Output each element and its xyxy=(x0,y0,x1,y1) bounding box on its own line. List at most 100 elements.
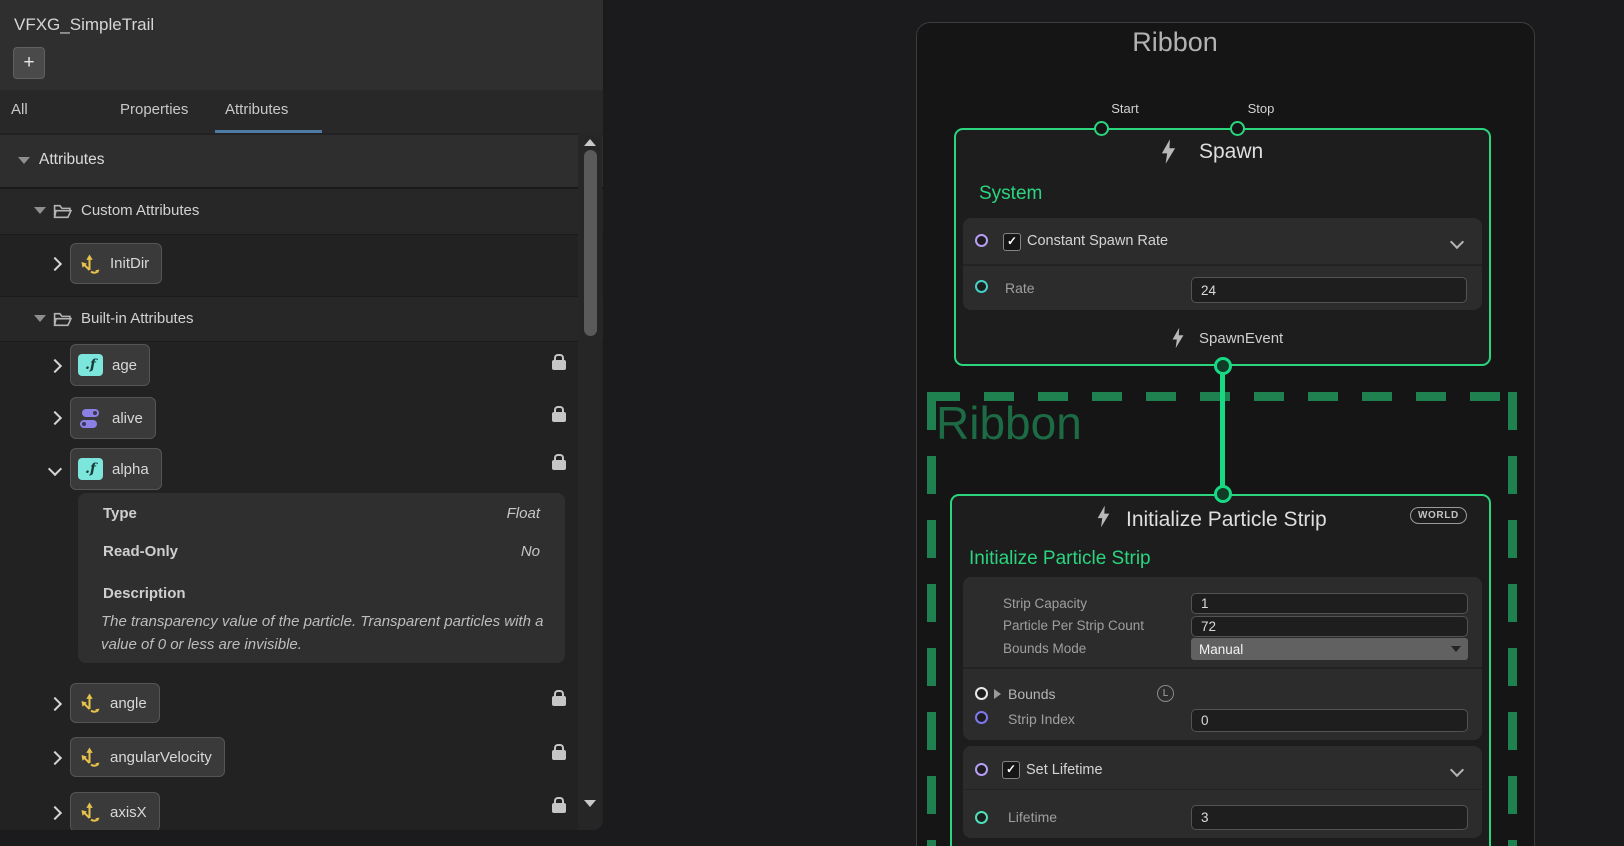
lock-icon xyxy=(552,696,566,706)
attribute-item-axisx[interactable]: axisX xyxy=(70,792,160,830)
initialize-input-port[interactable] xyxy=(1214,485,1232,503)
spawn-output-port[interactable] xyxy=(1214,357,1232,375)
custom-attributes-group-label: Custom Attributes xyxy=(81,202,199,219)
stop-port[interactable] xyxy=(1230,121,1245,136)
stop-port-label: Stop xyxy=(1235,101,1287,116)
set-lifetime-checkbox[interactable]: ✓ xyxy=(1002,761,1020,779)
lock-icon xyxy=(552,460,566,470)
rate-port[interactable] xyxy=(975,280,988,293)
flow-edge[interactable] xyxy=(1220,366,1225,494)
space-badge[interactable]: WORLD xyxy=(1410,507,1467,524)
add-attribute-button[interactable]: + xyxy=(13,47,45,79)
attribute-name: angle xyxy=(110,695,147,712)
scroll-up-icon[interactable] xyxy=(584,139,596,146)
tab-attributes[interactable]: Attributes xyxy=(225,101,288,118)
bounds-space-badge[interactable]: L xyxy=(1157,685,1174,702)
foldout-triangle-icon[interactable] xyxy=(18,157,30,164)
initialize-context-icon xyxy=(1096,505,1111,528)
attribute-name: age xyxy=(112,357,137,374)
set-lifetime-label: Set Lifetime xyxy=(1026,762,1103,778)
vfx-graph-window: Ribbon Ribbon Start Stop Spawn System ✓ … xyxy=(0,0,1624,846)
bounds-port[interactable] xyxy=(975,687,988,700)
block-divider xyxy=(963,789,1482,790)
attributes-root-row[interactable]: Attributes xyxy=(0,135,603,188)
bounds-mode-value: Manual xyxy=(1199,642,1243,657)
lifetime-label: Lifetime xyxy=(1008,809,1057,825)
block-divider xyxy=(963,264,1482,266)
blackboard-panel: VFXG_SimpleTrail + All Properties Attrib… xyxy=(0,0,603,830)
custom-attributes-group-row[interactable]: Custom Attributes xyxy=(0,188,603,235)
folder-icon xyxy=(53,311,72,327)
start-port-label: Start xyxy=(1099,101,1151,116)
builtin-attributes-group-row[interactable]: Built-in Attributes xyxy=(0,296,603,342)
type-label: Type xyxy=(103,505,137,522)
attribute-name: InitDir xyxy=(110,255,149,272)
rate-field[interactable]: 24 xyxy=(1191,277,1467,303)
attribute-name: alpha xyxy=(112,461,149,478)
spawn-event-label: SpawnEvent xyxy=(1199,330,1283,347)
bounds-mode-dropdown[interactable]: Manual xyxy=(1191,638,1468,660)
lock-icon xyxy=(552,750,566,760)
bounds-mode-label: Bounds Mode xyxy=(1003,641,1086,656)
description-text: The transparency value of the particle. … xyxy=(101,610,545,656)
strip-index-port[interactable] xyxy=(975,711,988,724)
system-boundary-left xyxy=(927,392,936,846)
attribute-item-initdir[interactable]: InitDir xyxy=(70,243,162,284)
readonly-label: Read-Only xyxy=(103,543,178,560)
float-type-icon: .f xyxy=(78,354,103,376)
scroll-down-icon[interactable] xyxy=(584,800,596,807)
lifetime-field[interactable]: 3 xyxy=(1191,805,1468,830)
vector-type-icon xyxy=(78,801,101,823)
vector-type-icon xyxy=(78,692,101,714)
system-boundary-label: Ribbon xyxy=(936,396,1082,450)
vector-type-icon xyxy=(78,253,101,275)
scrollbar-thumb[interactable] xyxy=(584,150,597,336)
graph-window-title: Ribbon xyxy=(1080,27,1270,58)
constant-spawn-rate-label: Constant Spawn Rate xyxy=(1027,233,1168,249)
strip-index-field[interactable]: 0 xyxy=(1191,709,1468,732)
attribute-item-age[interactable]: .f age xyxy=(70,344,150,386)
dropdown-arrow-icon xyxy=(1451,646,1461,652)
spawn-context-icon xyxy=(1160,139,1177,164)
attribute-item-alpha[interactable]: .f alpha xyxy=(70,448,162,490)
builtin-attributes-group-label: Built-in Attributes xyxy=(81,310,194,327)
strip-capacity-field[interactable]: 1 xyxy=(1191,593,1468,614)
attribute-name: angularVelocity xyxy=(110,749,212,766)
attribute-name: axisX xyxy=(110,804,147,821)
set-lifetime-port[interactable] xyxy=(975,763,988,776)
description-label: Description xyxy=(103,585,186,602)
blackboard-tabbar: All Properties Attributes xyxy=(0,90,603,133)
float-type-icon: .f xyxy=(78,458,103,480)
blackboard-header: VFXG_SimpleTrail + xyxy=(0,0,603,91)
strip-capacity-label: Strip Capacity xyxy=(1003,596,1087,611)
readonly-value: No xyxy=(300,543,540,560)
initialize-node-title: Initialize Particle Strip xyxy=(1126,508,1327,532)
initialize-header-label: Initialize Particle Strip xyxy=(969,548,1151,570)
lock-icon xyxy=(552,412,566,422)
lock-icon xyxy=(552,360,566,370)
attribute-item-alive[interactable]: alive xyxy=(70,397,156,439)
constant-spawn-rate-port[interactable] xyxy=(975,234,988,247)
bounds-expander-icon[interactable] xyxy=(994,689,1001,699)
folder-icon xyxy=(53,203,72,219)
bool-type-icon xyxy=(78,407,103,429)
attribute-item-angle[interactable]: angle xyxy=(70,683,160,723)
type-value: Float xyxy=(300,505,540,522)
constant-spawn-rate-checkbox[interactable]: ✓ xyxy=(1003,233,1021,251)
foldout-triangle-icon[interactable] xyxy=(34,207,46,214)
attribute-item-angularvelocity[interactable]: angularVelocity xyxy=(70,737,225,777)
foldout-triangle-icon[interactable] xyxy=(34,315,46,322)
particle-per-strip-count-label: Particle Per Strip Count xyxy=(1003,618,1144,633)
lifetime-port[interactable] xyxy=(975,811,988,824)
tab-properties[interactable]: Properties xyxy=(120,101,188,118)
spawn-node-title: Spawn xyxy=(1199,140,1263,164)
rate-label: Rate xyxy=(1005,280,1035,296)
particle-per-strip-count-field[interactable]: 72 xyxy=(1191,616,1468,637)
tab-all[interactable]: All xyxy=(11,101,28,118)
attribute-name: alive xyxy=(112,410,143,427)
spawn-system-label: System xyxy=(979,183,1042,205)
system-boundary-right xyxy=(1508,392,1517,846)
attributes-root-label: Attributes xyxy=(39,151,104,169)
start-port[interactable] xyxy=(1094,121,1109,136)
strip-index-label: Strip Index xyxy=(1008,711,1075,727)
